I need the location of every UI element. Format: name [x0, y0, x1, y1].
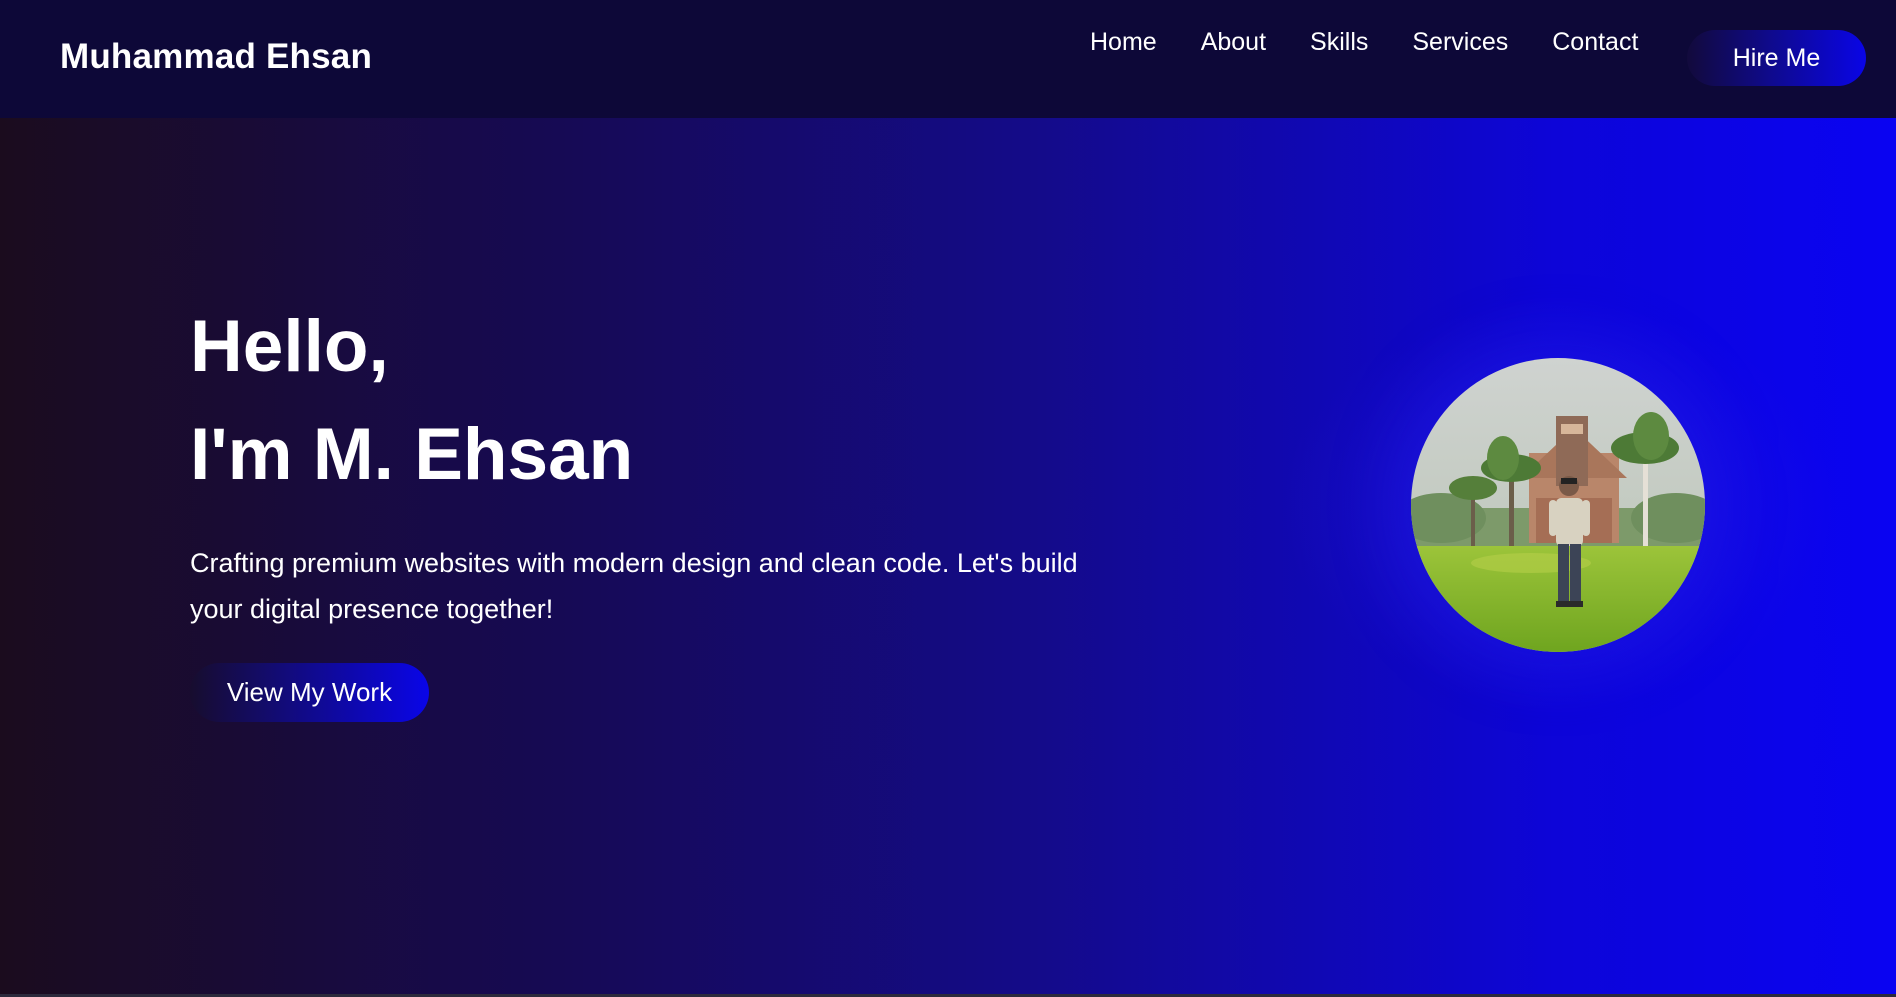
hero-name: I'm M. Ehsan	[190, 414, 634, 495]
page: Muhammad Ehsan Home About Skills Service…	[0, 0, 1896, 997]
profile-photo-image	[1411, 358, 1705, 652]
hero-description: Crafting premium websites with modern de…	[190, 548, 1078, 624]
nav-skills[interactable]: Skills	[1310, 28, 1368, 57]
profile-photo	[1411, 358, 1705, 652]
hero-greeting: Hello,	[190, 306, 389, 387]
hire-me-button[interactable]: Hire Me	[1687, 30, 1866, 86]
nav-links: Home About Skills Services Contact	[1090, 28, 1638, 57]
nav-contact[interactable]: Contact	[1552, 28, 1638, 57]
nav-services[interactable]: Services	[1412, 28, 1508, 57]
navbar: Muhammad Ehsan Home About Skills Service…	[0, 0, 1896, 118]
nav-home[interactable]: Home	[1090, 28, 1157, 57]
view-my-work-button[interactable]: View My Work	[190, 663, 429, 722]
brand-logo[interactable]: Muhammad Ehsan	[60, 37, 372, 77]
nav-about[interactable]: About	[1201, 28, 1266, 57]
